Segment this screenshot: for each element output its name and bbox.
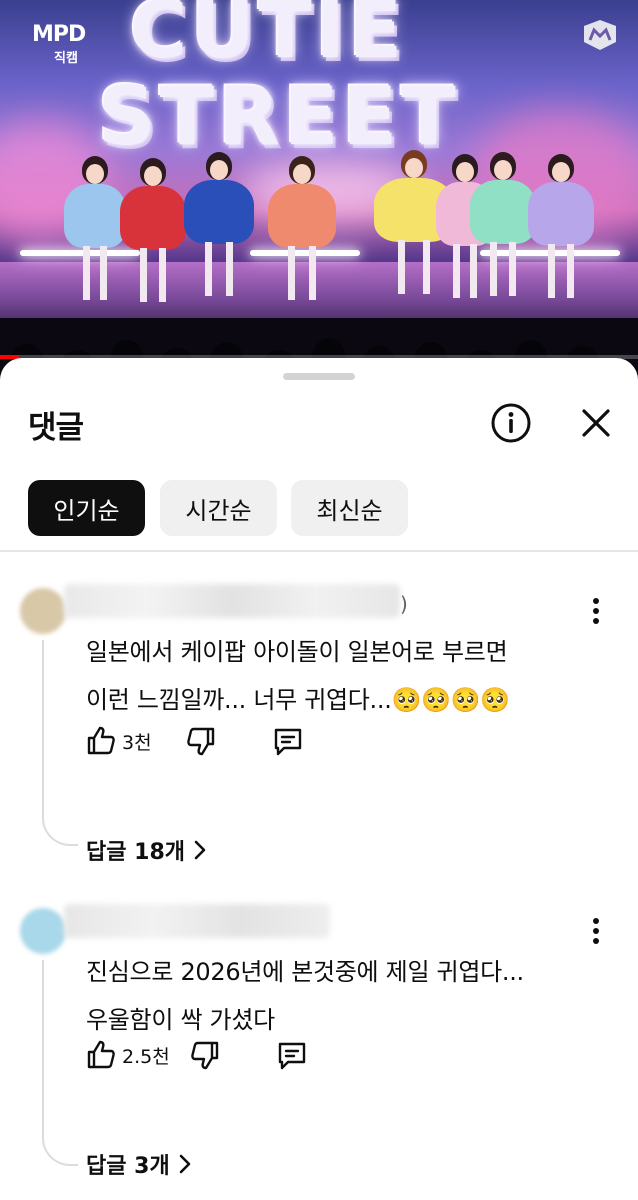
replies-label: 답글 3개 (86, 1154, 170, 1179)
reply-comment-icon[interactable] (276, 1040, 308, 1072)
performer (268, 156, 336, 306)
comment-text-line: 우울함이 싹 가셨다 (86, 1006, 275, 1034)
filter-chip-timestamp[interactable]: 시간순 (160, 480, 277, 536)
comments-sheet: 댓글 인기순 시간순 최신순 ) 일본에서 케이팝 아이돌이 일본어로 부르면 … (0, 358, 638, 1200)
performer (120, 158, 186, 308)
mpd-logo-subtext: 직캠 (54, 51, 78, 66)
thumbs-up-icon[interactable] (86, 1038, 116, 1070)
like-count: 3천 (122, 732, 152, 754)
mpd-channel-logo: MPD 직캠 (32, 22, 112, 66)
info-icon[interactable] (490, 402, 532, 444)
comment-text: 진심으로 2026년에 본것중에 제일 귀엽다... 우울함이 싹 가셨다 (86, 948, 606, 1044)
author-name-blurred (64, 584, 400, 618)
comment-item: ) 일본에서 케이팝 아이돌이 일본어로 부르면 이런 느낌일까... 너무 귀… (0, 578, 638, 868)
video-title-line-1: CUTIE (129, 0, 407, 76)
view-replies-link[interactable]: 답글 18개 (86, 834, 207, 866)
thread-line (42, 640, 78, 846)
thumbs-down-icon[interactable] (186, 726, 216, 758)
more-vertical-icon[interactable] (585, 916, 607, 946)
performer (64, 156, 126, 306)
sheet-drag-handle[interactable] (283, 373, 355, 380)
performer (528, 154, 594, 302)
sheet-divider (0, 550, 638, 552)
comment-text-line: 이런 느낌일까... 너무 귀엽다...🥺🥺🥺🥺 (86, 686, 510, 714)
comment-text: 일본에서 케이팝 아이돌이 일본어로 부르면 이런 느낌일까... 너무 귀엽다… (86, 628, 606, 724)
performer (184, 152, 254, 308)
avatar[interactable] (20, 908, 66, 954)
mpd-logo-text: MPD (32, 22, 86, 47)
close-icon[interactable] (577, 404, 615, 442)
author-name-blurred (64, 904, 330, 938)
thread-line (42, 960, 78, 1166)
avatar[interactable] (20, 588, 66, 634)
reply-comment-icon[interactable] (272, 726, 304, 758)
like-count: 2.5천 (122, 1046, 170, 1068)
comment-actions: 2.5천 (86, 1038, 316, 1078)
video-player[interactable]: CUTIE STREET MPD 직캠 (0, 0, 638, 380)
thumbs-up-icon[interactable] (86, 724, 116, 756)
view-replies-link[interactable]: 답글 3개 (86, 1148, 192, 1180)
chevron-right-icon (179, 1154, 190, 1174)
filter-chip-popular[interactable]: 인기순 (28, 480, 145, 536)
m2-logo-icon (580, 18, 620, 52)
performer (470, 152, 536, 302)
comment-text-line: 일본에서 케이팝 아이돌이 일본어로 부르면 (86, 638, 508, 666)
comment-actions: 3천 (86, 724, 316, 764)
comment-text-line: 진심으로 2026년에 본것중에 제일 귀엽다... (86, 958, 524, 986)
author-name-tail: ) (400, 592, 408, 616)
filter-chip-newest[interactable]: 최신순 (291, 480, 408, 536)
thumbs-down-icon[interactable] (190, 1040, 220, 1072)
comment-item: 진심으로 2026년에 본것중에 제일 귀엽다... 우울함이 싹 가셨다 2.… (0, 898, 638, 1188)
sheet-title: 댓글 (28, 410, 84, 446)
more-vertical-icon[interactable] (585, 596, 607, 626)
replies-label: 답글 18개 (86, 840, 185, 865)
chevron-right-icon (194, 840, 206, 860)
